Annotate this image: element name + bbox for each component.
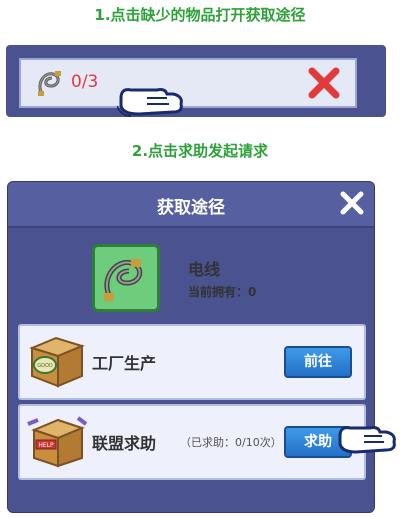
pointing-hand-icon bbox=[338, 426, 396, 454]
source-dialog: 获取途径 电线 当前拥有：0 GOOD 工厂生产 前往 HELP 联盟求助 （已… bbox=[8, 182, 374, 512]
help-count: （已求助：0/10次） bbox=[180, 436, 282, 449]
svg-text:GOOD: GOOD bbox=[37, 363, 53, 369]
missing-item-strip: 0/3 bbox=[6, 45, 386, 117]
pointing-hand-icon bbox=[117, 88, 183, 117]
svg-text:HELP: HELP bbox=[38, 442, 54, 449]
step1-instruction: 1.点击缺少的物品打开获取途径 bbox=[94, 6, 306, 24]
red-x-icon[interactable] bbox=[307, 66, 341, 100]
source-label-alliance: 联盟求助 bbox=[92, 434, 157, 453]
go-button[interactable]: 前往 bbox=[284, 346, 352, 378]
good-stuff-box-icon: GOOD bbox=[29, 336, 85, 388]
item-owned: 当前拥有：0 bbox=[188, 285, 257, 299]
step2-instruction: 2.点击求助发起请求 bbox=[131, 142, 269, 160]
source-row-factory: GOOD 工厂生产 前往 bbox=[18, 324, 366, 400]
item-name: 电线 bbox=[188, 260, 221, 279]
missing-count: 0/3 bbox=[71, 72, 99, 92]
dialog-title: 获取途径 bbox=[157, 198, 225, 218]
source-row-alliance: HELP 联盟求助 （已求助：0/10次） 求助 bbox=[18, 404, 366, 480]
source-label-factory: 工厂生产 bbox=[92, 354, 157, 373]
help-box-icon: HELP bbox=[27, 416, 88, 468]
dialog-header: 获取途径 bbox=[8, 182, 374, 228]
cable-icon[interactable] bbox=[35, 66, 65, 98]
close-icon[interactable] bbox=[338, 189, 366, 217]
cable-icon bbox=[92, 244, 160, 312]
item-card: 电线 当前拥有：0 bbox=[26, 238, 356, 318]
missing-item-bar[interactable]: 0/3 bbox=[19, 58, 357, 117]
